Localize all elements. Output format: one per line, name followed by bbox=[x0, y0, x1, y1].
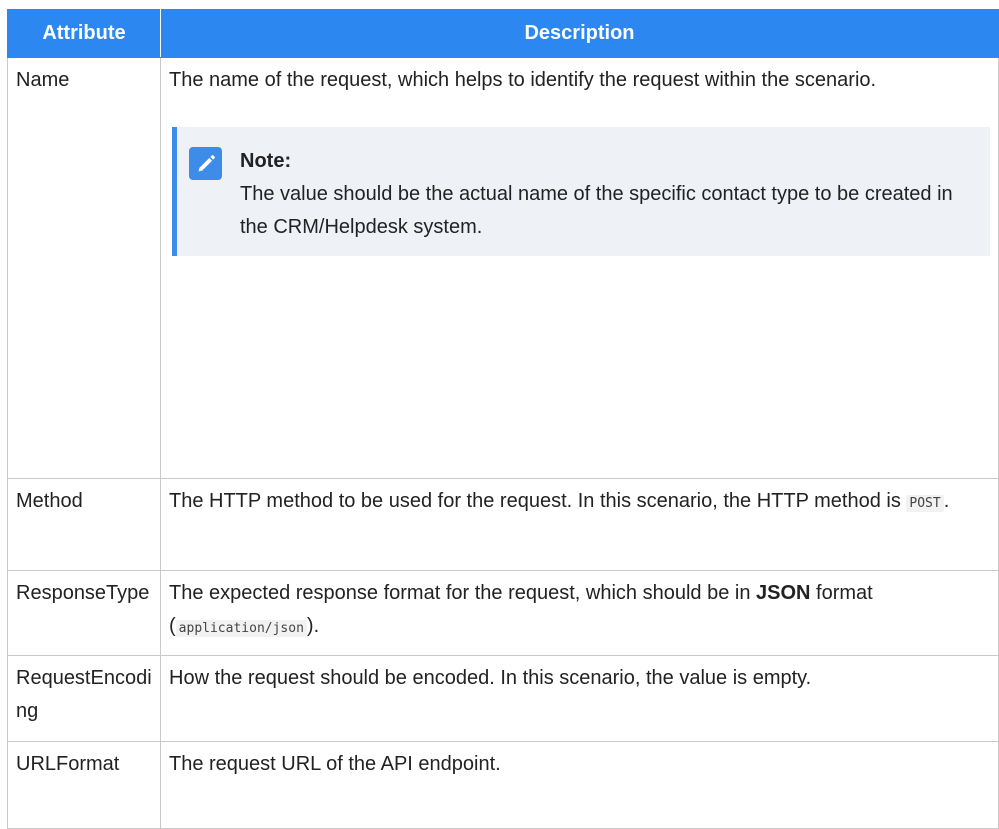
description-text-end: ). bbox=[306, 615, 320, 637]
column-header-description: Description bbox=[160, 9, 999, 58]
description-cell: The expected response format for the req… bbox=[160, 570, 999, 656]
attribute-cell: Method bbox=[7, 478, 161, 571]
note-body: Note: The value should be the actual nam… bbox=[240, 145, 970, 244]
description-cell: The name of the request, which helps to … bbox=[160, 57, 999, 479]
note-title: Note: bbox=[240, 150, 292, 172]
column-header-attribute: Attribute bbox=[7, 9, 161, 58]
attribute-cell: URLFormat bbox=[7, 741, 161, 829]
description-text: The expected response format for the req… bbox=[169, 582, 757, 604]
attribute-table: Attribute Description Name The name of t… bbox=[7, 9, 999, 829]
attribute-cell: Name bbox=[7, 57, 161, 479]
table-header-row: Attribute Description bbox=[7, 9, 999, 58]
description-text: The name of the request, which helps to … bbox=[169, 69, 877, 91]
attribute-cell: ResponseType bbox=[7, 570, 161, 656]
attribute-cell: RequestEncoding bbox=[7, 655, 161, 742]
table-row: RequestEncoding How the request should b… bbox=[7, 655, 999, 742]
inline-code: application/json bbox=[175, 620, 307, 637]
table-row: Method The HTTP method to be used for th… bbox=[7, 478, 999, 571]
description-cell: The HTTP method to be used for the reque… bbox=[160, 478, 999, 571]
description-cell: How the request should be encoded. In th… bbox=[160, 655, 999, 742]
description-text: The HTTP method to be used for the reque… bbox=[169, 490, 907, 512]
table-row: Name The name of the request, which help… bbox=[7, 57, 999, 479]
note-box: Note: The value should be the actual nam… bbox=[172, 127, 990, 256]
pencil-icon bbox=[189, 147, 222, 180]
description-cell: The request URL of the API endpoint. bbox=[160, 741, 999, 829]
description-text-end: . bbox=[943, 490, 950, 512]
table-row: URLFormat The request URL of the API end… bbox=[7, 741, 999, 829]
note-text: The value should be the actual name of t… bbox=[240, 183, 953, 238]
table-row: ResponseType The expected response forma… bbox=[7, 570, 999, 656]
inline-code: POST bbox=[906, 495, 944, 512]
bold-format-name: JSON bbox=[756, 582, 811, 604]
